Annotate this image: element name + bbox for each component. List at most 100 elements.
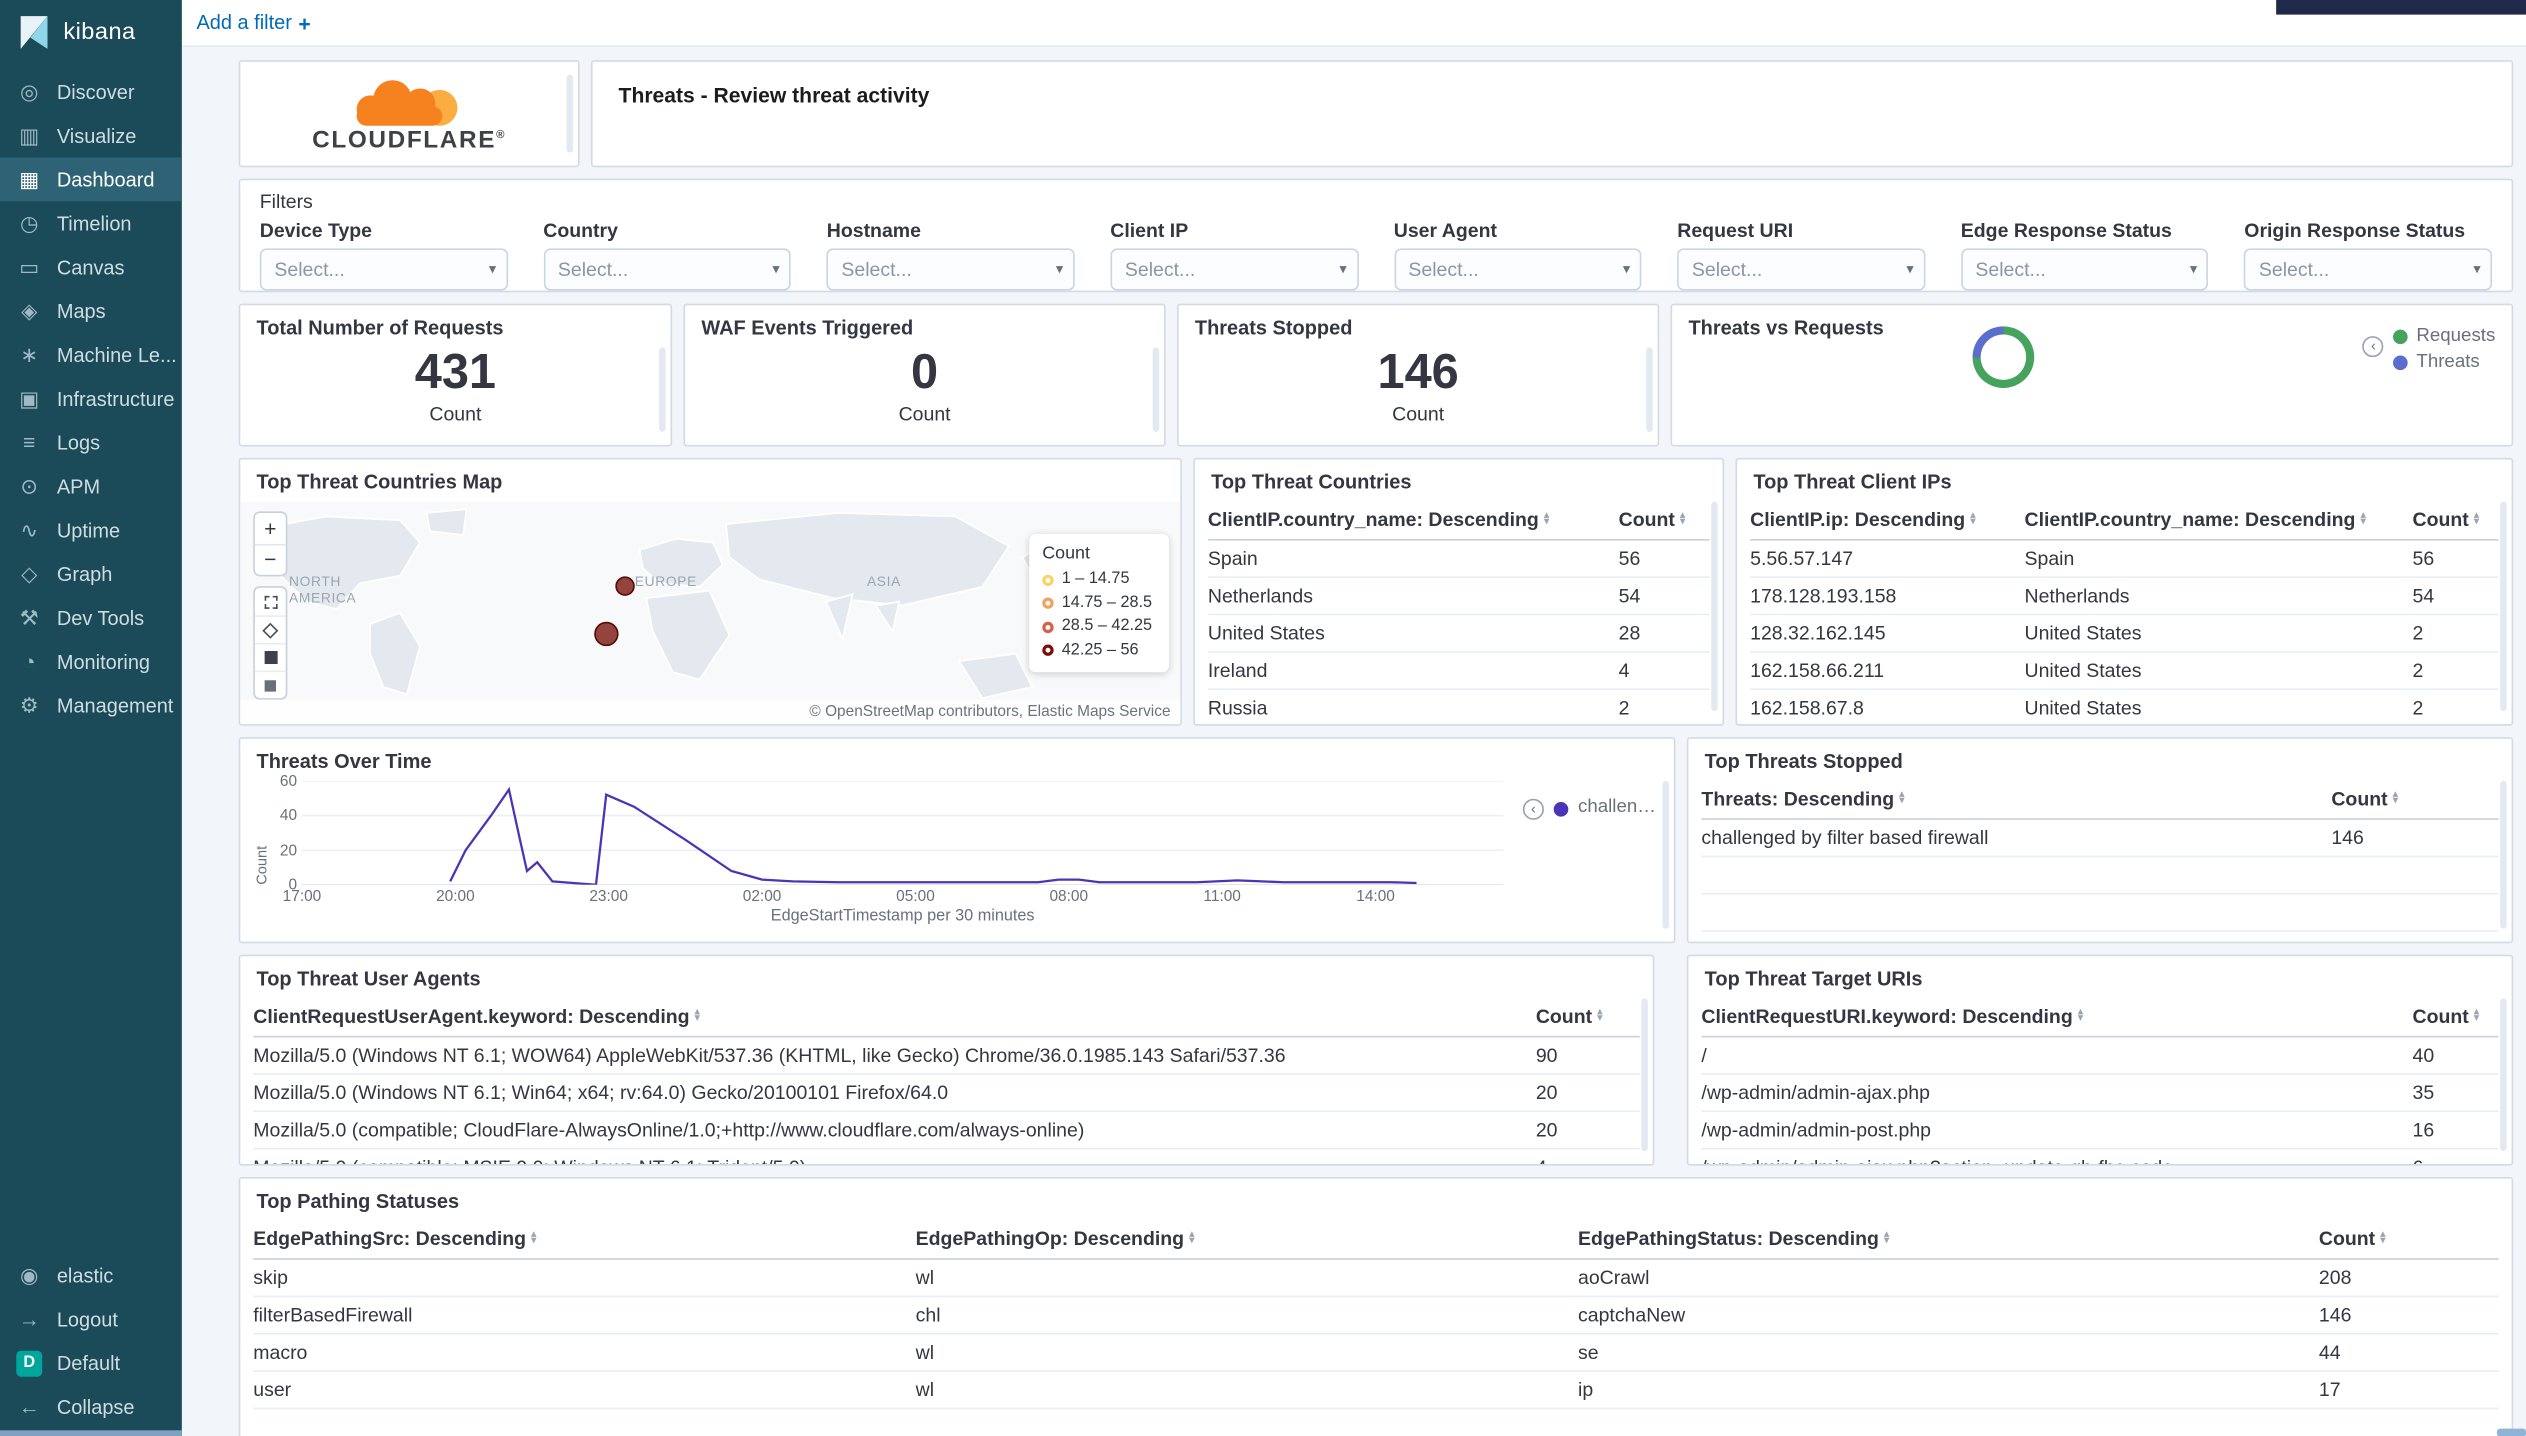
sidebar-item-default[interactable]: D Default [0,1341,182,1385]
chevron-down-icon: ▾ [772,260,780,277]
chart-legend: ‹ challenged b... [1503,781,1664,925]
filter-select-device-type[interactable]: Select... ▾ [259,248,508,291]
filter-select-user-agent[interactable]: Select... ▾ [1393,248,1642,291]
panel-scrollbar[interactable] [659,347,666,432]
panel-scrollbar[interactable] [2500,998,2507,1152]
top-threat-countries-panel: Top Threat Countries ClientIP.country_na… [1193,457,1725,726]
series-legend-label[interactable]: challenged b... [1578,797,1664,816]
column-header[interactable]: Count ▴ ▾ [2413,998,2499,1035]
map-tool-draw-bounds-icon[interactable] [255,588,286,616]
column-header[interactable]: ClientIP.country_name: Descending ▴ ▾ [2025,502,2413,539]
table-cell: /wp-admin/admin-ajax.php [1701,1081,1930,1104]
table-row: 178.128.193.158 Netherlands 54 [1750,578,2499,616]
panel-scrollbar[interactable] [2500,780,2507,929]
panel-title: Top Threat Countries Map [256,470,503,494]
sidebar-item-logout[interactable]: → Logout [0,1297,182,1341]
zoom-in-button[interactable]: + [254,513,286,544]
zoom-out-button[interactable]: − [254,543,286,575]
filter-select-edge-response-status[interactable]: Select... ▾ [1960,248,2209,291]
column-header[interactable]: Count ▴ ▾ [2413,502,2499,539]
x-axis-title: EdgeStartTimestamp per 30 minutes [770,907,1035,926]
panel-scrollbar[interactable] [1152,347,1160,432]
column-header[interactable]: Threats: Descending ▴ ▾ [1701,781,2331,818]
sidebar-item-management[interactable]: ⚙ Management [0,683,182,727]
maps-icon: ◈ [21,297,38,323]
column-header[interactable]: EdgePathingOp: Descending ▴ ▾ [916,1221,1578,1258]
table-cell: Spain [1207,547,1258,570]
column-header[interactable]: Count ▴ ▾ [1536,998,1640,1035]
sidebar-item-visualize[interactable]: ▥ Visualize [0,114,182,158]
sidebar-item-canvas[interactable]: ▭ Canvas [0,245,182,289]
map-canvas[interactable]: NORTH AMERICA EUROPE ASIA + − Count 1 – … [240,501,1181,725]
column-header[interactable]: Count ▴ ▾ [1619,502,1710,539]
table-cell: 40 [2412,1043,2435,1067]
filter-select-origin-response-status[interactable]: Select... ▾ [2244,248,2493,291]
sidebar-item-discover[interactable]: ◎ Discover [0,70,182,114]
sidebar-item-infrastructure[interactable]: ▣ Infrastructure [0,377,182,421]
table-row: Spain 56 [1207,541,1710,578]
panel-title: Top Threat Client IPs [1753,470,1952,494]
sidebar-item-uptime[interactable]: ∿ Uptime [0,508,182,552]
sidebar-horizontal-scrollbar-thumb[interactable] [0,1430,182,1436]
column-header[interactable]: EdgePathingSrc: Descending ▴ ▾ [253,1221,915,1258]
filter-select-client-ip[interactable]: Select... ▾ [1110,248,1359,291]
legend-collapse-icon[interactable]: ‹ [2362,336,2384,358]
sidebar-item-apm[interactable]: ⊙ APM [0,464,182,508]
table-cell: 208 [2318,1266,2352,1290]
map-marker[interactable] [615,576,635,596]
sidebar-item-dashboard[interactable]: ▦ Dashboard [0,157,182,202]
column-header[interactable]: ClientIP.country_name: Descending ▴ ▾ [1208,502,1619,539]
x-tick: 08:00 [1049,888,1089,906]
map-tool-marker-icon[interactable] [254,670,286,699]
metric-unit: Count [898,401,951,425]
sidebar-item-elastic[interactable]: ◉ elastic [0,1253,182,1297]
sidebar-item-timelion[interactable]: ◷ Timelion [0,201,182,245]
column-header[interactable]: Count ▴ ▾ [2331,781,2498,818]
series-color-dot [1553,802,1569,817]
map-attribution[interactable]: © OpenStreetMap contributors, Elastic Ma… [240,699,1181,725]
map-marker[interactable] [594,621,619,647]
legend-item[interactable]: Requests [2393,323,2495,349]
panel-scrollbar[interactable] [2500,501,2507,712]
select-placeholder: Select... [1975,258,2046,281]
legend-item[interactable]: Threats [2393,349,2496,375]
filter-group-country: Country Select... ▾ [543,219,792,291]
map-legend-item: 42.25 – 56 [1042,639,1156,663]
kibana-home-link[interactable]: kibana [0,0,182,63]
sidebar-item-dev-tools[interactable]: ⚒ Dev Tools [0,596,182,640]
filter-select-country[interactable]: Select... ▾ [543,248,792,291]
table-cell: 2 [2412,659,2424,682]
sidebar-item-logs[interactable]: ≡ Logs [0,420,182,464]
sidebar-item-graph[interactable]: ◇ Graph [0,552,182,596]
filter-select-request-uri[interactable]: Select... ▾ [1677,248,1926,291]
sidebar-item-collapse[interactable]: ← Collapse [0,1385,182,1429]
column-header[interactable]: ClientIP.ip: Descending ▴ ▾ [1750,502,2024,539]
map-tool-polygon-icon[interactable] [254,615,286,643]
map-region-label: ASIA [866,573,902,590]
add-filter-button[interactable]: Add a filter + [196,11,310,35]
sidebar-item-maps[interactable]: ◈ Maps [0,289,182,333]
panel-scrollbar[interactable] [566,74,574,153]
sort-desc-icon: ▾ [2077,1013,2084,1025]
column-header[interactable]: ClientRequestURI.keyword: Descending ▴ ▾ [1701,998,2412,1035]
map-tool-rectangle-icon[interactable] [254,642,286,671]
column-header[interactable]: Count ▴ ▾ [2319,1221,2499,1258]
table-cell: 17 [2318,1378,2341,1402]
panel-scrollbar[interactable] [1646,347,1653,432]
sidebar-item-machine-le[interactable]: ∗ Machine Le... [0,333,182,377]
panel-scrollbar[interactable] [1662,780,1669,929]
column-header[interactable]: ClientRequestUserAgent.keyword: Descendi… [253,998,1536,1035]
sidebar-item-monitoring[interactable]: ◔ Monitoring [0,640,182,684]
legend-collapse-icon[interactable]: ‹ [1522,798,1544,820]
panel-scrollbar[interactable] [1641,998,1648,1152]
filter-select-hostname[interactable]: Select... ▾ [826,248,1075,291]
panel-scrollbar[interactable] [1711,501,1718,712]
filter-label: Edge Response Status [1960,219,2172,242]
panel-title: Top Threat Target URIs [1704,967,1923,991]
sort-icon: ▴ ▾ [2474,1006,2480,1024]
line-chart[interactable]: 17:00 20:00 23:00 02:00 05:00 08:00 11:00 14:00… [283,780,1504,926]
column-header[interactable]: EdgePathingStatus: Descending ▴ ▾ [1578,1221,2319,1258]
sort-desc-icon: ▾ [1970,516,1976,528]
table-cell: 44 [2318,1341,2341,1364]
horizontal-scrollbar-thumb[interactable] [2496,1428,2526,1436]
